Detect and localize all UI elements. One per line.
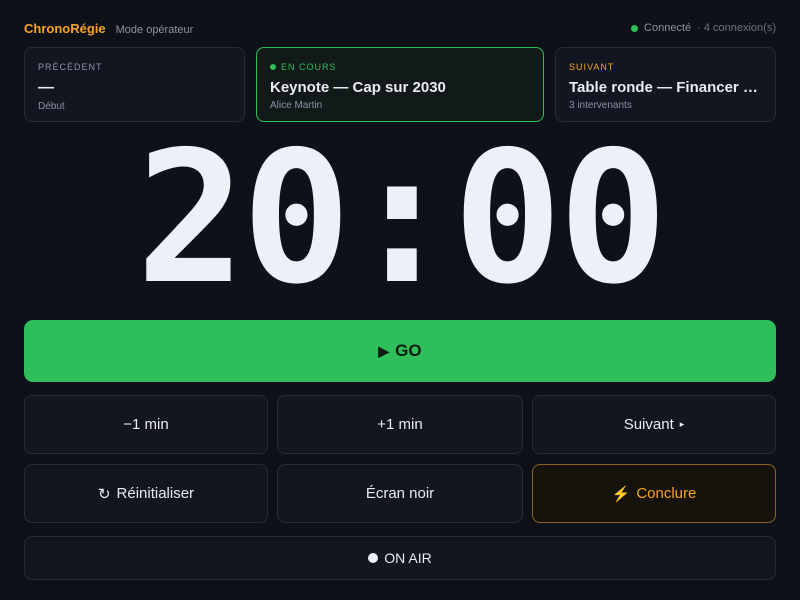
mode-label: Mode opérateur — [115, 23, 194, 36]
minus-one-minute-button[interactable]: −1 min — [24, 395, 268, 454]
next-subtitle: 3 intervenants — [569, 100, 632, 111]
go-label: GO — [395, 341, 422, 360]
caret-right-icon: ▸ — [679, 419, 685, 429]
next-button[interactable]: Suivant ▸ — [532, 395, 776, 454]
black-screen-label: Écran noir — [365, 485, 435, 502]
current-session-card: EN COURS Keynote — Cap sur 2030 Alice Ma… — [256, 47, 544, 122]
go-button[interactable]: ▶ GO — [24, 320, 776, 382]
next-session-card: SUIVANT Table ronde — Financer la r... 3… — [555, 47, 776, 122]
conclude-label: Conclure — [636, 485, 697, 502]
previous-session-card: PRÉCÉDENT — Début — [24, 47, 245, 122]
current-kicker: EN COURS — [270, 61, 530, 73]
reset-icon: ↻ — [97, 485, 111, 503]
current-title: Keynote — Cap sur 2030 — [270, 79, 446, 96]
previous-subtitle: Début — [38, 101, 65, 112]
plus-one-minute-button[interactable]: +1 min — [277, 395, 523, 454]
connection-status: Connecté · 4 connexion(s) — [631, 22, 776, 34]
live-dot-icon — [270, 64, 276, 70]
brand: ChronoRégie Mode opérateur — [24, 21, 193, 36]
next-kicker: SUIVANT — [569, 62, 615, 72]
app-title: ChronoRégie — [24, 20, 106, 36]
play-icon: ▶ — [378, 342, 390, 359]
connection-dot-icon — [631, 24, 639, 32]
current-subtitle: Alice Martin — [270, 100, 323, 111]
plus-label: +1 min — [377, 416, 423, 433]
record-dot-icon — [368, 553, 379, 563]
current-kicker-label: EN COURS — [281, 62, 337, 72]
header: ChronoRégie Mode opérateur Connecté · 4 … — [24, 18, 776, 38]
next-title: Table ronde — Financer la r... — [569, 79, 762, 96]
next-label: Suivant — [623, 416, 674, 433]
conclude-button[interactable]: ⚡ Conclure — [532, 464, 776, 523]
on-air-button[interactable]: ON AIR — [24, 536, 776, 580]
reset-button[interactable]: ↻ Réinitialiser — [24, 464, 268, 523]
minus-label: −1 min — [123, 416, 169, 433]
connection-text: Connecté — [644, 22, 692, 34]
previous-kicker: PRÉCÉDENT — [38, 62, 103, 72]
black-screen-button[interactable]: Écran noir — [277, 464, 523, 523]
connection-count: · 4 connexion(s) — [697, 22, 776, 34]
countdown-timer: 20:00 — [136, 112, 668, 324]
lightning-icon: ⚡ — [611, 485, 631, 503]
operator-screen: ChronoRégie Mode opérateur Connecté · 4 … — [0, 0, 800, 600]
on-air-label: ON AIR — [384, 550, 432, 566]
reset-label: Réinitialiser — [116, 485, 195, 502]
previous-title: — — [38, 79, 54, 96]
